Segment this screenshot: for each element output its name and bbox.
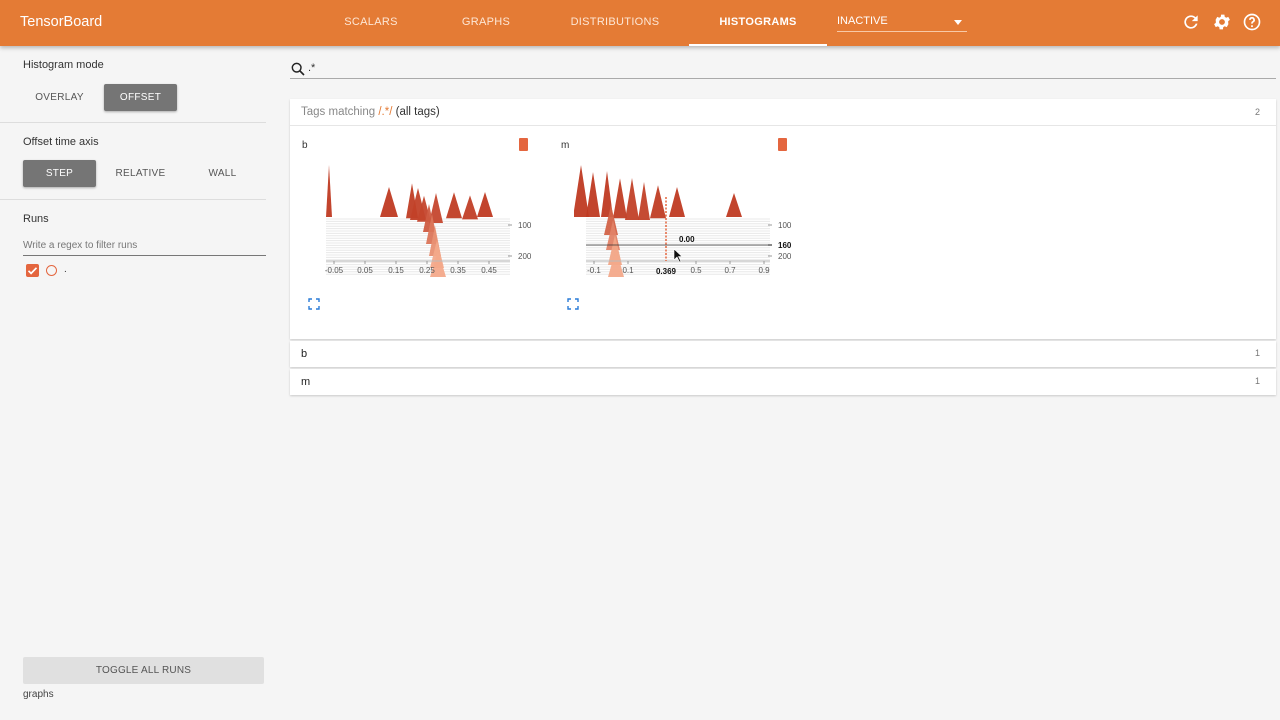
histogram-slice — [650, 185, 666, 219]
expand-icon[interactable] — [567, 298, 579, 310]
top-app-bar: TensorBoard SCALARS GRAPHS DISTRIBUTIONS… — [0, 0, 1280, 46]
x-tick-label: 0.9 — [758, 266, 770, 275]
x-tick-label: 0.5 — [690, 266, 702, 275]
chart-title-b: b — [302, 140, 308, 151]
histogram-chart-m[interactable]: 100 200 -0.1 0.1 0.5 0.7 0.9 0.369 0.00 160 — [574, 157, 804, 297]
tag-group-suffix: (all tags) — [392, 106, 440, 118]
x-tick-label: -0.1 — [587, 266, 601, 275]
settings-icon[interactable] — [1212, 12, 1232, 32]
chart-title-m: m — [561, 140, 570, 151]
log-dir-label: graphs — [23, 689, 54, 700]
run-checkbox[interactable] — [26, 264, 39, 277]
x-tick-label: -0.05 — [325, 266, 344, 275]
tag-group-count: 2 — [1254, 107, 1260, 117]
histogram-slice — [586, 172, 600, 217]
tag-search-input[interactable] — [308, 59, 1268, 77]
tag-group-pattern: /.*/ — [378, 106, 393, 118]
x-tick-label: 0.1 — [622, 266, 634, 275]
toggle-all-runs-button[interactable]: TOGGLE ALL RUNS — [23, 657, 264, 684]
caret-down-icon — [954, 20, 962, 25]
refresh-icon[interactable] — [1181, 12, 1201, 32]
tab-scalars[interactable]: SCALARS — [330, 0, 412, 46]
histogram-slice — [669, 187, 685, 217]
run-menu-button[interactable] — [519, 138, 528, 151]
step-button[interactable]: STEP — [23, 160, 96, 187]
y-tick-label: 200 — [778, 252, 792, 261]
offset-time-axis-title: Offset time axis — [23, 136, 99, 148]
run-filter-input[interactable] — [23, 236, 266, 256]
group-title: m — [301, 376, 311, 388]
histogram-chart-b[interactable]: 100 200 -0.05 0.05 0.15 0.25 0.35 0.45 — [314, 157, 544, 297]
x-tick-label: 0.05 — [357, 266, 373, 275]
inactive-dropdown-value: INACTIVE — [837, 15, 888, 27]
histogram-slice — [326, 165, 332, 217]
tag-group-m[interactable]: m 1 — [290, 369, 1276, 395]
y-tick-label: 200 — [518, 252, 532, 261]
histogram-slice — [446, 192, 462, 219]
hover-y-value: 0.00 — [679, 235, 695, 244]
relative-button[interactable]: RELATIVE — [104, 160, 177, 187]
x-tick-label: 0.45 — [481, 266, 497, 275]
help-icon[interactable] — [1242, 12, 1262, 32]
x-tick-label: 0.7 — [724, 266, 736, 275]
hover-x-value: 0.369 — [656, 267, 677, 276]
tag-group-title: Tags matching /.*/ (all tags) — [301, 106, 440, 118]
histogram-slice — [574, 165, 589, 217]
wall-button[interactable]: WALL — [186, 160, 259, 187]
histogram-slice — [638, 182, 650, 220]
x-tick-label: 0.35 — [450, 266, 466, 275]
tag-group-card: Tags matching /.*/ (all tags) 2 b 100 200… — [290, 99, 1276, 339]
run-label: . — [64, 264, 67, 275]
offset-button[interactable]: OFFSET — [104, 84, 177, 111]
divider — [0, 199, 266, 200]
hover-step-label: 160 — [778, 241, 792, 250]
x-tick-label: 0.15 — [388, 266, 404, 275]
run-color-swatch[interactable] — [46, 265, 57, 276]
tag-search-bar — [290, 58, 1276, 79]
expand-icon[interactable] — [308, 298, 320, 310]
y-tick-label: 100 — [778, 221, 792, 230]
tag-group-b[interactable]: b 1 — [290, 341, 1276, 367]
runs-title: Runs — [23, 213, 49, 225]
check-icon — [27, 267, 38, 275]
histogram-slice — [380, 187, 398, 217]
histogram-slice — [462, 195, 478, 220]
histogram-slice — [613, 178, 627, 219]
app-title: TensorBoard — [20, 14, 103, 30]
group-count: 1 — [1254, 376, 1260, 386]
divider — [0, 122, 266, 123]
x-tick-label: 0.25 — [419, 266, 435, 275]
group-title: b — [301, 348, 308, 360]
inactive-plugins-dropdown[interactable]: INACTIVE — [837, 12, 967, 32]
histogram-slice — [726, 193, 742, 217]
tab-graphs[interactable]: GRAPHS — [450, 0, 522, 46]
overlay-button[interactable]: OVERLAY — [23, 84, 96, 111]
tab-distributions[interactable]: DISTRIBUTIONS — [560, 0, 670, 46]
histogram-slice — [625, 178, 639, 220]
sidebar: Histogram mode OVERLAY OFFSET Offset tim… — [0, 46, 266, 720]
histogram-mode-title: Histogram mode — [23, 59, 104, 71]
histogram-slice — [477, 192, 493, 217]
group-count: 1 — [1254, 348, 1260, 358]
tag-group-header[interactable]: Tags matching /.*/ (all tags) 2 — [290, 99, 1276, 126]
y-tick-label: 100 — [518, 221, 532, 230]
search-icon — [291, 62, 305, 76]
tag-group-prefix: Tags matching — [301, 106, 379, 118]
tab-histograms[interactable]: HISTOGRAMS — [689, 0, 827, 46]
run-menu-button[interactable] — [778, 138, 787, 151]
